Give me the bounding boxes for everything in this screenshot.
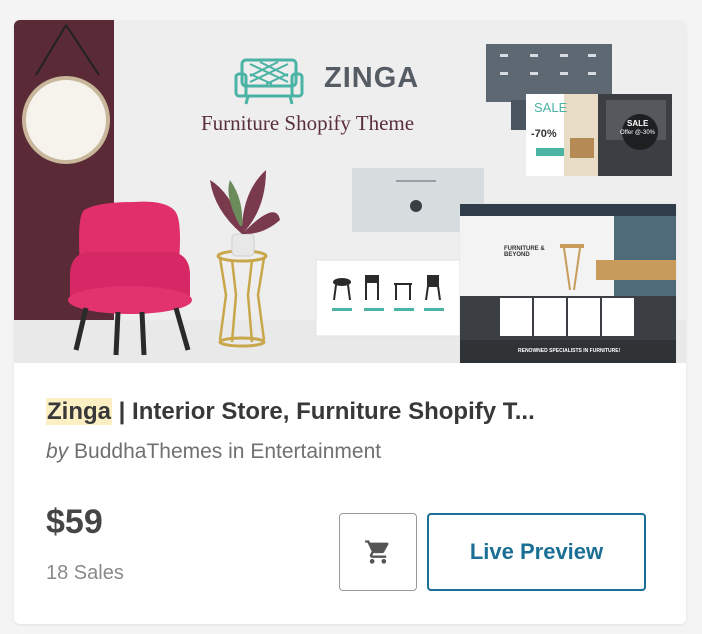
shopping-cart-icon — [365, 540, 389, 564]
title-highlight: Zinga — [46, 398, 112, 425]
author-link[interactable]: BuddhaThemes — [74, 440, 222, 463]
by-label: by — [46, 440, 69, 463]
product-thumbnail[interactable]: ZINGA Furniture Shopify Theme SALE -70% … — [14, 20, 686, 363]
category-link[interactable]: Entertainment — [250, 440, 381, 463]
hero-sale-text: SALE — [534, 100, 568, 115]
hero-sale-badge: SALE — [627, 119, 649, 128]
hero-banner-text: RENOWNED SPECIALISTS IN FURNITURE! — [518, 348, 621, 354]
hero-subtitle: Furniture Shopify Theme — [201, 111, 415, 135]
hero-sale-offer: Offer @-30% — [620, 130, 655, 136]
in-label: in — [228, 440, 245, 463]
live-preview-button[interactable]: Live Preview — [427, 513, 646, 591]
hero-sale-percent: -70% — [531, 128, 557, 140]
hero-furniture-heading: FURNITURE & BEYOND — [504, 246, 545, 258]
sales-count: 18 Sales — [46, 562, 124, 584]
product-card: ZINGA Furniture Shopify Theme SALE -70% … — [14, 20, 686, 624]
product-byline: by BuddhaThemes in Entertainment — [46, 440, 381, 464]
hero-logo-text: ZINGA — [324, 62, 420, 94]
product-title[interactable]: Zinga | Interior Store, Furniture Shopif… — [46, 398, 535, 426]
title-rest: | Interior Store, Furniture Shopify T... — [112, 398, 535, 425]
product-price: $59 — [46, 503, 103, 541]
add-to-cart-button[interactable] — [339, 513, 417, 591]
